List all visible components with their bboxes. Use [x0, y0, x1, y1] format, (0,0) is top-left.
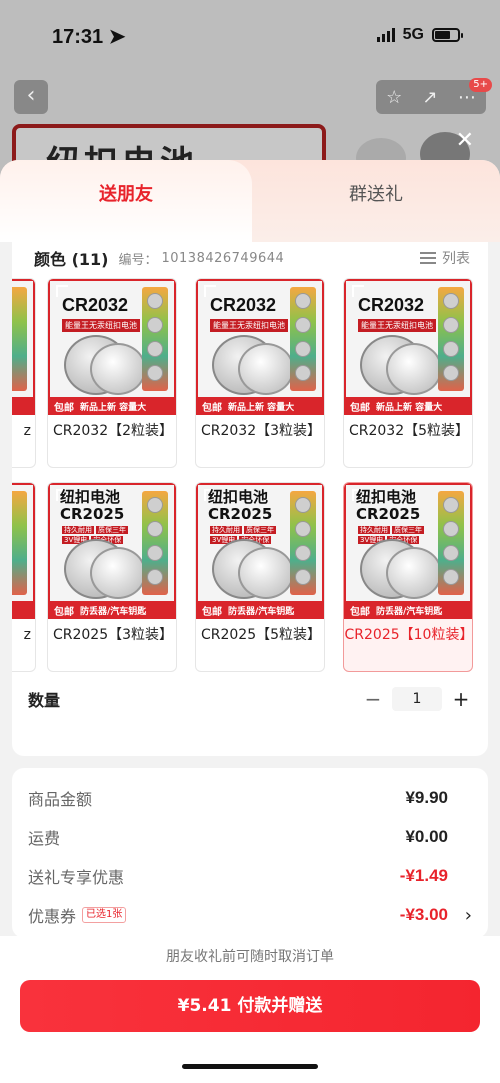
share-icon: ↗ [422, 86, 438, 108]
network-type: 5G [402, 26, 424, 43]
product-tile[interactable]: CR2032 能量王无汞纽扣电池 包邮 新品上新 容量大 CR2032【3粒装】 [195, 278, 325, 468]
status-time: 17:31 ➤ [52, 26, 126, 48]
product-label: CR2025【10粒装】 [344, 627, 473, 643]
product-label: CR2032【5粒装】 [348, 423, 470, 439]
status-bar: 17:31 ➤ 5G [0, 0, 500, 70]
chevron-right-icon[interactable]: › [465, 905, 472, 926]
product-tile[interactable]: 纽扣电池CR2025 持久耐用质保三年3V锂电安全环保 包邮防丢器/汽车钥匙 C… [195, 482, 325, 672]
product-tile[interactable]: 纽扣电池CR2025 持久耐用质保三年3V锂电安全环保 包邮防丢器/汽车钥匙 C… [47, 482, 177, 672]
product-image: 纽扣电池CR2025 持久耐用质保三年3V锂电安全环保 包邮防丢器/汽车钥匙 [196, 483, 324, 619]
tab-send-friend-label[interactable]: 送朋友 [0, 180, 252, 206]
list-icon [420, 251, 436, 265]
coupon-row[interactable]: 优惠券 已选1张 -¥3.00 › [28, 903, 472, 927]
product-tile-selected[interactable]: 纽扣电池CR2025 持久耐用质保三年3V锂电安全环保 包邮防丢器/汽车钥匙 C… [343, 482, 473, 672]
product-tile[interactable]: CR2032 能量王无汞纽扣电池 包邮 新品上新 容量大 CR2032【2粒装】 [47, 278, 177, 468]
product-image: 纽扣电池CR2025 持久耐用质保三年3V锂电安全环保 包邮防丢器/汽车钥匙 [48, 483, 176, 619]
back-button: ‹ [14, 80, 48, 114]
cancel-note: 朋友收礼前可随时取消订单 [166, 949, 334, 965]
product-image: CR2032 能量王无汞纽扣电池 包邮 新品上新 容量大 [48, 279, 176, 415]
tab-bar: 送朋友 群送礼 [0, 160, 500, 242]
gift-sheet: 送朋友 群送礼 颜色 (11) 编号： 10138426749644 列表 容量… [0, 160, 500, 1083]
footer: 朋友收礼前可随时取消订单 ¥5.41 付款并赠送 [0, 936, 500, 1083]
message-badge: 5+ [469, 78, 492, 92]
quantity-label: 数量 [28, 691, 61, 710]
product-image: 纽扣电池CR2025 持久耐用质保三年3V锂电安全环保 包邮防丢器/汽车钥匙 [344, 483, 472, 619]
list-toggle-label: 列表 [442, 251, 470, 267]
sku-value: 10138426749644 [161, 250, 285, 266]
summary-row: 送礼专享优惠 -¥1.49 [28, 866, 448, 887]
product-image: CR2032 能量王无汞纽扣电池 包邮 新品上新 容量大 [196, 279, 324, 415]
product-label: CR2025【3粒装】 [52, 627, 174, 643]
color-title: 颜色 (11) [34, 250, 109, 269]
list-toggle[interactable]: 列表 [420, 248, 470, 268]
price-summary: 商品金额 ¥9.90 运费 ¥0.00 送礼专享优惠 -¥1.49 优惠券 已选… [12, 768, 488, 938]
pay-and-gift-button[interactable]: ¥5.41 付款并赠送 [20, 980, 480, 1032]
product-tile[interactable]: CR2032 能量王无汞纽扣电池 包邮 新品上新 容量大 CR2032【5粒装】 [343, 278, 473, 468]
battery-icon [432, 28, 463, 42]
product-tile-partial[interactable]: 钥匙 z [12, 482, 36, 672]
sku-label: 编号： [118, 252, 158, 268]
decrement-button[interactable]: − [362, 687, 384, 711]
increment-button[interactable]: + [450, 687, 472, 711]
color-header: 颜色 (11) 编号： 10138426749644 列表 [34, 244, 470, 272]
product-grid: 容量大 z 钥匙 z CR2032 能量王无汞纽扣电池 包邮新品上新 容量大 C… [12, 278, 488, 678]
product-label: CR2032【2粒装】 [52, 423, 174, 439]
star-icon: ☆ [386, 86, 403, 108]
close-icon[interactable]: ✕ [456, 128, 474, 153]
status-indicators: 5G [376, 26, 463, 44]
signal-icon [376, 28, 395, 42]
product-label: CR2032【3粒装】 [200, 423, 322, 439]
tab-group-gift[interactable]: 群送礼 [252, 180, 500, 206]
sku-card: 颜色 (11) 编号： 10138426749644 列表 容量大 z 钥匙 z [12, 242, 488, 756]
product-tile-partial[interactable]: 容量大 z [12, 278, 36, 468]
home-indicator [182, 1064, 318, 1069]
quantity-input[interactable]: 1 [392, 687, 442, 711]
summary-row: 运费 ¥0.00 [28, 827, 448, 848]
quantity-stepper: − 1 + [362, 687, 472, 711]
product-image: CR2032 能量王无汞纽扣电池 包邮 新品上新 容量大 [344, 279, 472, 415]
summary-row: 商品金额 ¥9.90 [28, 788, 448, 809]
coupon-badge: 已选1张 [82, 907, 127, 923]
quantity-row: 数量 − 1 + [28, 682, 472, 716]
product-label: CR2025【5粒装】 [200, 627, 322, 643]
